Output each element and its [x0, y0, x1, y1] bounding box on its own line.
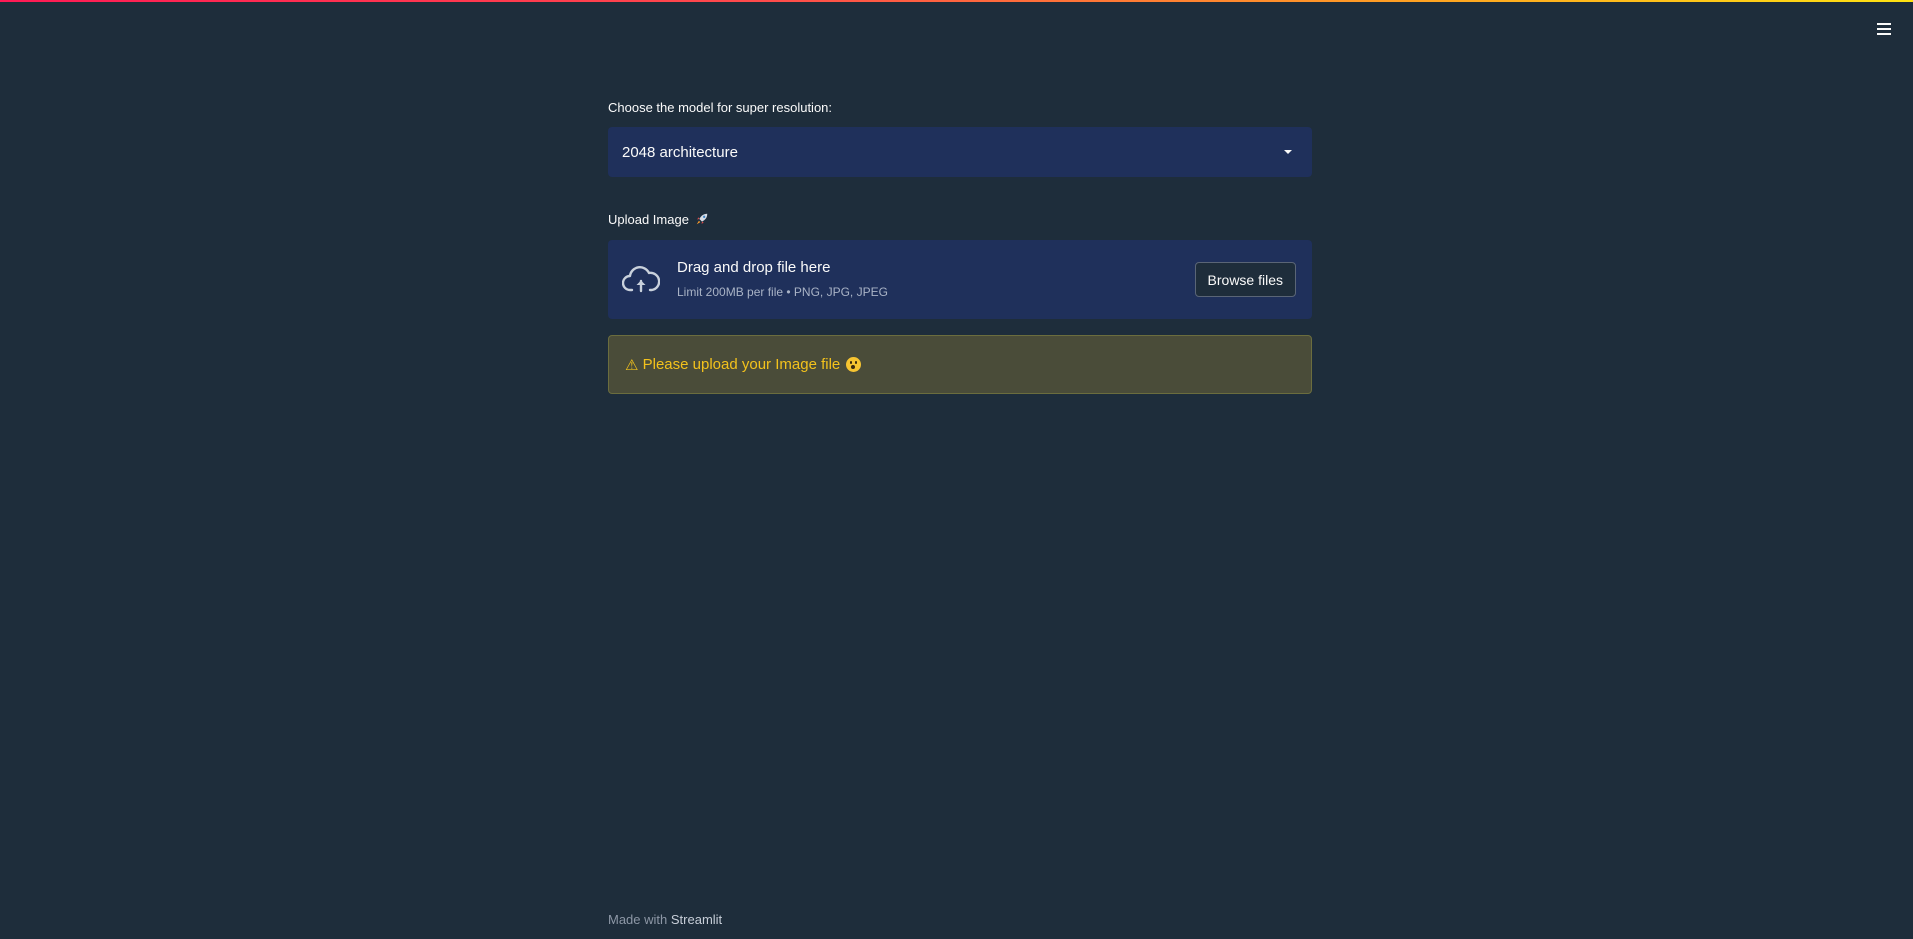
- chevron-down-icon: [1284, 150, 1292, 154]
- warning-text: Please upload your Image file: [642, 356, 841, 373]
- model-select-value: 2048 architecture: [622, 143, 738, 161]
- dropzone-title: Drag and drop file here: [677, 259, 831, 276]
- streamlit-link[interactable]: Streamlit: [671, 912, 722, 927]
- file-dropzone[interactable]: Drag and drop file here Limit 200MB per …: [608, 240, 1312, 319]
- dropzone-limit-text: Limit 200MB per file • PNG, JPG, JPEG: [677, 285, 888, 299]
- decoration-top-bar: [0, 0, 1913, 2]
- rocket-icon: [696, 213, 707, 225]
- browse-files-button[interactable]: Browse files: [1194, 262, 1296, 297]
- model-select[interactable]: 2048 architecture: [608, 127, 1312, 177]
- cloud-upload-icon: [622, 266, 660, 293]
- footer: Made with Streamlit: [608, 912, 722, 927]
- upload-label: Upload Image: [608, 212, 709, 228]
- hamburger-menu-icon[interactable]: [1873, 19, 1895, 39]
- surprised-face-icon: [846, 357, 862, 372]
- warning-icon: ⚠: [625, 356, 639, 374]
- upload-label-text: Upload Image: [608, 212, 689, 227]
- warning-alert: ⚠ Please upload your Image file: [608, 335, 1312, 394]
- model-select-label: Choose the model for super resolution:: [608, 100, 833, 115]
- footer-prefix: Made with: [608, 912, 668, 927]
